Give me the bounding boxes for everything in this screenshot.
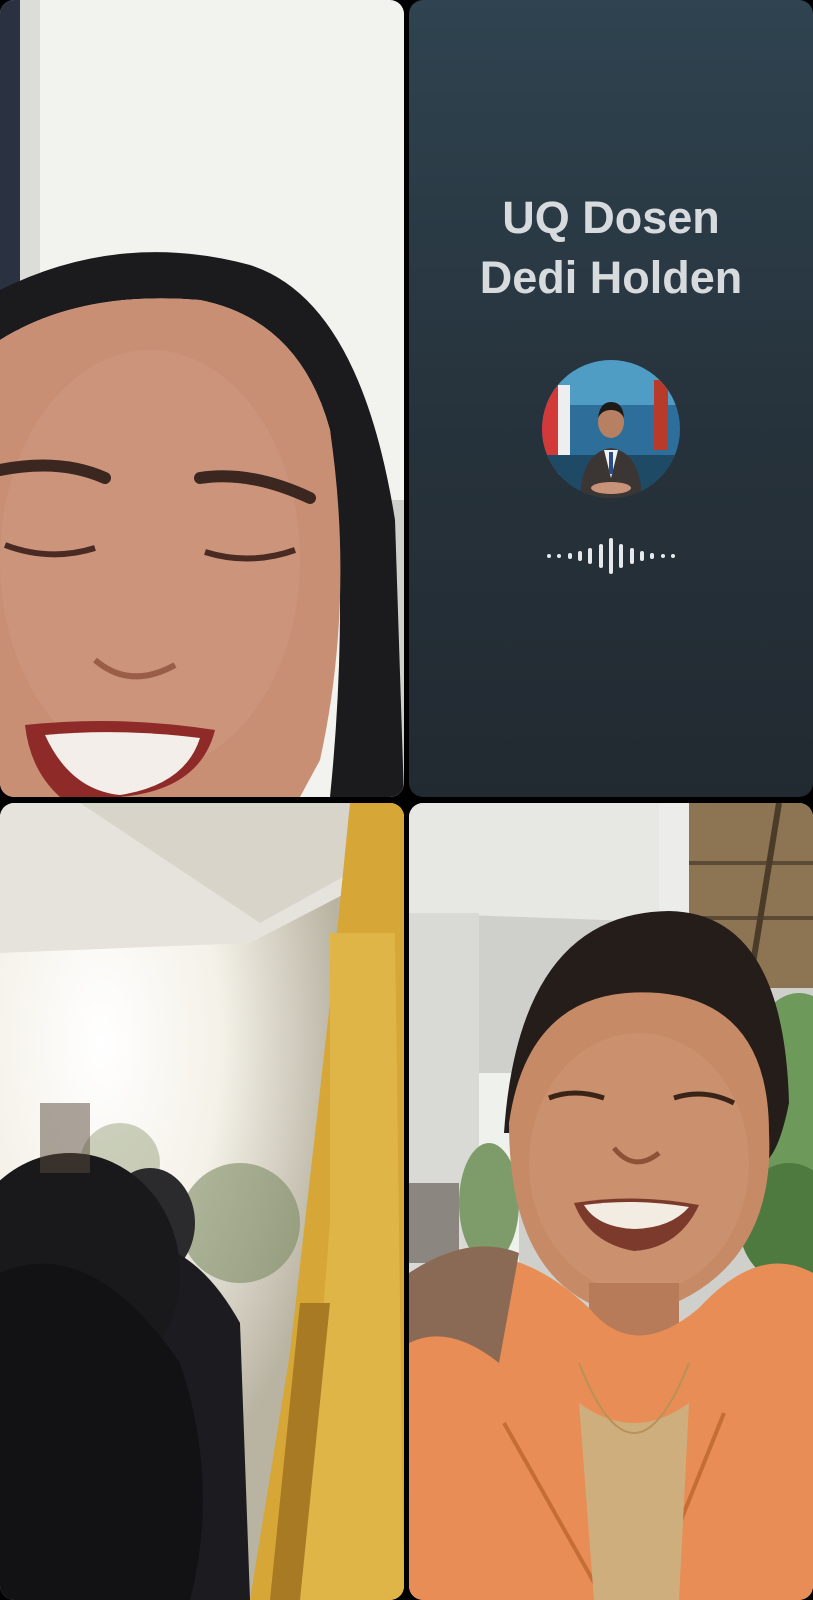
- group-call-grid: UQ Dosen Dedi Holden: [0, 0, 813, 1600]
- participant-video-4: [409, 803, 813, 1600]
- participant-tile-2[interactable]: UQ Dosen Dedi Holden: [409, 0, 813, 797]
- participant-video-3: [0, 803, 404, 1600]
- caller-name-line1: UQ Dosen: [502, 192, 720, 243]
- caller-name-line2: Dedi Holden: [479, 252, 743, 303]
- audio-wave-icon: [547, 536, 675, 576]
- avatar: [542, 360, 680, 498]
- caller-name: UQ Dosen Dedi Holden: [409, 188, 813, 308]
- participant-tile-1[interactable]: [0, 0, 404, 797]
- participant-tile-4[interactable]: [409, 803, 813, 1600]
- participant-tile-3[interactable]: [0, 803, 404, 1600]
- participant-video-1: [0, 0, 404, 797]
